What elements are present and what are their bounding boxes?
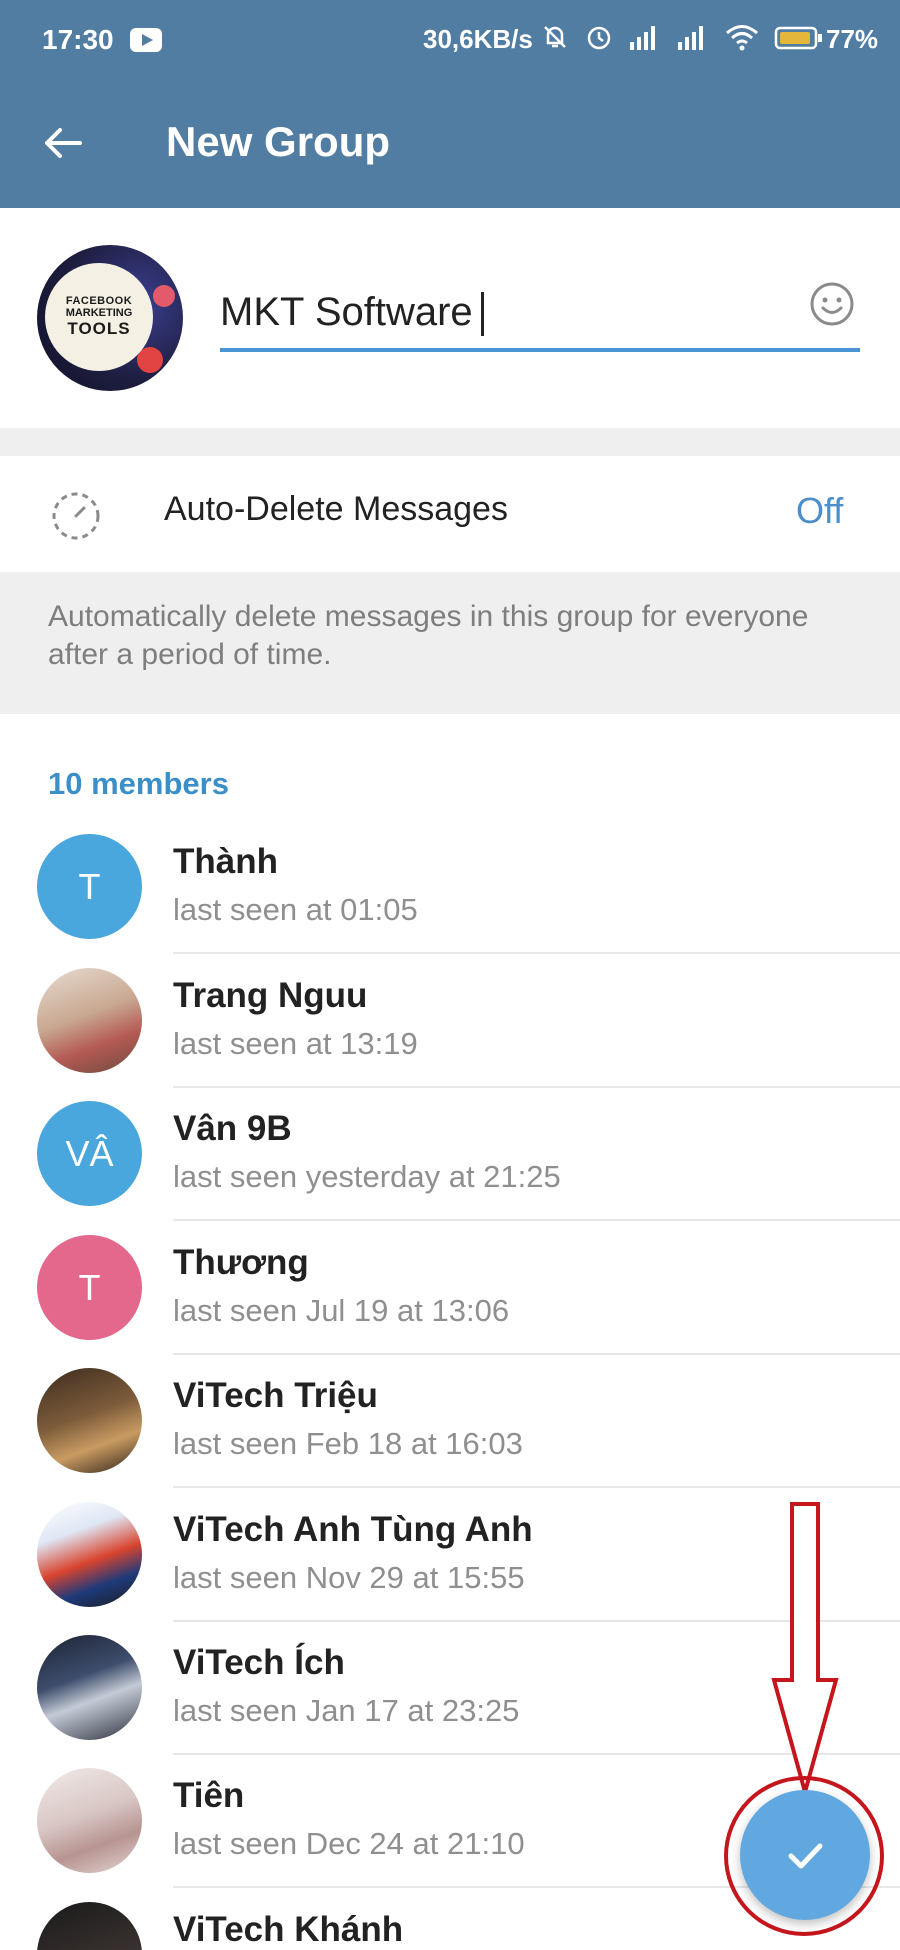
avatar	[37, 1768, 142, 1873]
member-status: last seen at 01:05	[173, 892, 418, 927]
battery-icon	[774, 26, 822, 50]
member-name: Trang Nguu	[173, 976, 368, 1015]
members-count: 10 members	[48, 766, 229, 801]
list-item[interactable]: T Thương last seen Jul 19 at 13:06	[0, 1235, 900, 1369]
avatar	[37, 1502, 142, 1607]
avatar-decoration	[153, 285, 175, 307]
member-name: ViTech Ích	[173, 1643, 345, 1682]
network-speed: 30,6KB/s	[423, 24, 533, 54]
auto-delete-label: Auto-Delete Messages	[164, 490, 508, 528]
member-name: Thương	[173, 1243, 309, 1282]
member-status: last seen Dec 24 at 21:10	[173, 1826, 525, 1861]
member-name: ViTech Triệu	[173, 1376, 378, 1415]
member-status: last seen Feb 18 at 16:03	[173, 1426, 523, 1461]
list-item[interactable]: T Thành last seen at 01:05	[0, 834, 900, 968]
status-bar: 17:30 30,6KB/s 77%	[0, 0, 900, 80]
member-name: Tiên	[173, 1776, 245, 1815]
member-name: ViTech Khánh	[173, 1910, 404, 1949]
arrow-left-icon[interactable]	[38, 118, 88, 168]
member-status: last seen yesterday at 21:25	[173, 1159, 561, 1194]
list-item[interactable]: VÂ Vân 9B last seen yesterday at 21:25	[0, 1101, 900, 1235]
page-title: New Group	[166, 118, 391, 165]
list-item[interactable]: ViTech Ích last seen Jan 17 at 23:25	[0, 1635, 900, 1769]
signal-icon-1	[630, 26, 655, 50]
smiley-icon[interactable]	[808, 280, 856, 328]
group-avatar[interactable]: FACEBOOK MARKETING TOOLS	[37, 245, 183, 391]
avatar: VÂ	[37, 1101, 142, 1206]
confirm-button[interactable]	[740, 1790, 870, 1920]
text-caret	[480, 292, 484, 337]
avatar: T	[37, 834, 142, 939]
divider	[173, 1086, 900, 1088]
avatar-badge-line: MARKETING	[65, 307, 133, 319]
alarm-icon	[587, 26, 611, 50]
divider	[173, 952, 900, 954]
member-name: Vân 9B	[173, 1109, 292, 1148]
youtube-icon	[130, 28, 162, 52]
list-item[interactable]: ViTech Anh Tùng Anh last seen Nov 29 at …	[0, 1502, 900, 1636]
mute-bell-icon	[544, 26, 566, 48]
auto-delete-value[interactable]: Off	[796, 490, 843, 532]
signal-icon-2	[678, 26, 703, 50]
avatar	[37, 1368, 142, 1473]
status-icons	[540, 22, 824, 52]
app-header: 17:30 30,6KB/s 77% New Group	[0, 0, 900, 208]
avatar: T	[37, 1235, 142, 1340]
member-name: Thành	[173, 842, 278, 881]
avatar-badge: FACEBOOK MARKETING TOOLS	[45, 263, 153, 371]
checkmark-icon	[788, 1843, 823, 1869]
avatar	[37, 968, 142, 1073]
divider	[173, 1353, 900, 1355]
avatar	[37, 1902, 142, 1950]
auto-delete-info: Automatically delete messages in this gr…	[0, 572, 900, 714]
divider	[173, 1486, 900, 1488]
avatar-badge-line: TOOLS	[67, 319, 131, 338]
member-status: last seen Jul 19 at 13:06	[173, 1293, 510, 1328]
member-status: last seen Jan 17 at 23:25	[173, 1693, 520, 1728]
group-name-input[interactable]: MKT Software	[220, 282, 860, 352]
battery-percent: 77%	[826, 24, 879, 54]
avatar-badge-line: FACEBOOK	[65, 295, 133, 307]
divider	[173, 1219, 900, 1221]
status-time: 17:30	[42, 24, 114, 55]
member-status: last seen Nov 29 at 15:55	[173, 1560, 525, 1595]
member-name: ViTech Anh Tùng Anh	[173, 1510, 533, 1549]
section-divider	[0, 428, 900, 456]
timer-icon	[52, 492, 100, 540]
list-item[interactable]: ViTech Triệu last seen Feb 18 at 16:03	[0, 1368, 900, 1502]
avatar	[37, 1635, 142, 1740]
member-status: last seen at 13:19	[173, 1026, 418, 1061]
annotation-arrow	[771, 1502, 839, 1800]
wifi-icon	[726, 25, 758, 51]
list-item[interactable]: Trang Nguu last seen at 13:19	[0, 968, 900, 1102]
group-name-value: MKT Software	[220, 290, 473, 334]
